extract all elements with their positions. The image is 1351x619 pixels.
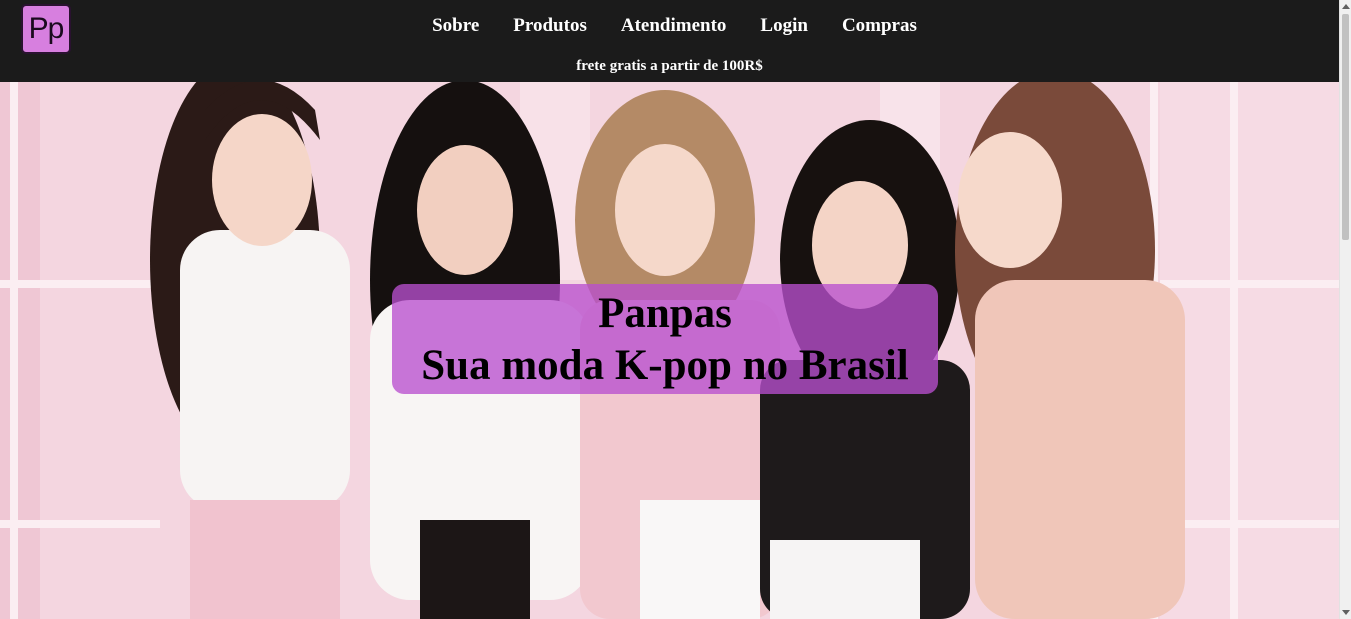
nav-link-produtos[interactable]: Produtos	[513, 14, 587, 38]
hero-title: Panpas	[598, 290, 732, 337]
nav-link-compras[interactable]: Compras	[842, 14, 917, 38]
page: Panpas Sua moda K-pop no Brasil Pp Sobre…	[0, 0, 1351, 619]
scrollbar-thumb[interactable]	[1342, 14, 1349, 240]
scroll-up-arrow-icon[interactable]	[1342, 4, 1350, 9]
top-navigation-bar: Pp Sobre Produtos Atendimento Login Comp…	[0, 0, 1339, 82]
hero-caption: Panpas Sua moda K-pop no Brasil	[392, 284, 938, 394]
nav-link-sobre[interactable]: Sobre	[432, 14, 479, 38]
hero-subtitle: Sua moda K-pop no Brasil	[421, 342, 909, 389]
vertical-scrollbar[interactable]	[1339, 0, 1351, 619]
nav-link-login[interactable]: Login	[760, 14, 808, 38]
hero-banner: Panpas Sua moda K-pop no Brasil	[0, 0, 1339, 619]
main-nav: Sobre Produtos Atendimento Login Compras	[0, 14, 1339, 38]
nav-link-atendimento[interactable]: Atendimento	[621, 14, 727, 38]
scroll-down-arrow-icon[interactable]	[1342, 610, 1350, 615]
shipping-promo-text: frete gratis a partir de 100R$	[576, 58, 763, 74]
